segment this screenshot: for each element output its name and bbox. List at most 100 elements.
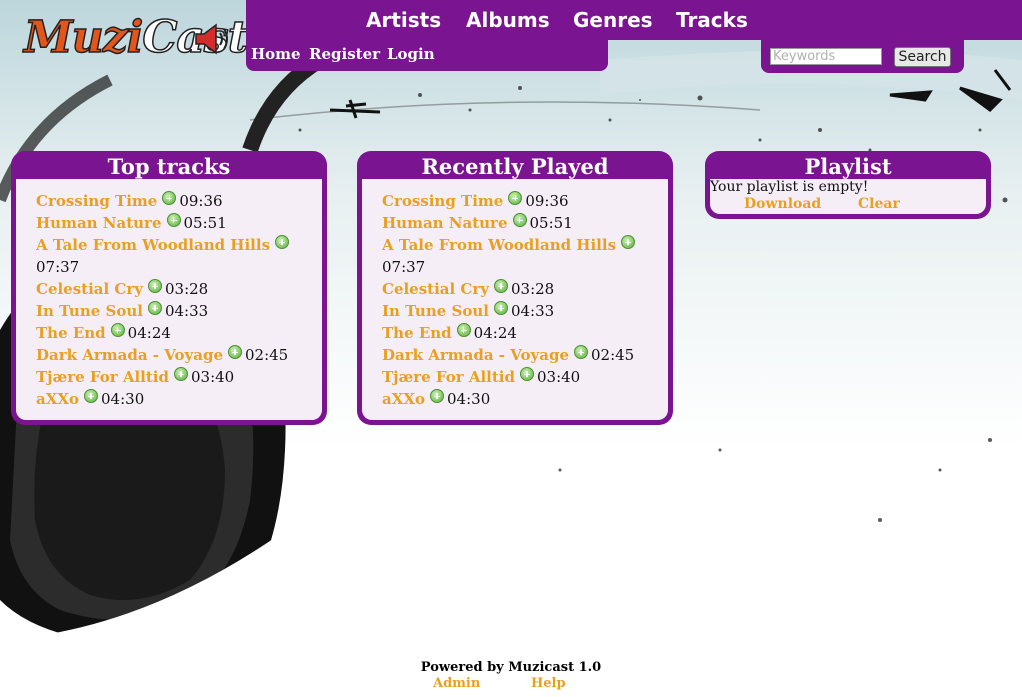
playlist-download-link[interactable]: Download	[744, 196, 821, 212]
search-input[interactable]	[770, 48, 882, 65]
track-item: A Tale From Woodland Hills 07:37	[382, 234, 662, 278]
track-duration: 02:45	[245, 346, 289, 364]
speaker-icon	[195, 23, 228, 55]
add-to-playlist-icon[interactable]	[493, 301, 508, 315]
track-name-link[interactable]: A Tale From Woodland Hills	[382, 236, 616, 254]
recently-played-list: Crossing Time 09:36 Human Nature 05:51 A Tal…	[382, 190, 662, 410]
track-name-link[interactable]: A Tale From Woodland Hills	[36, 236, 270, 254]
track-name-link[interactable]: Celestial Cry	[382, 280, 489, 298]
muzicast-logo[interactable]: MuziCast	[20, 8, 249, 70]
add-to-playlist-icon[interactable]	[574, 345, 588, 359]
track-duration: 03:28	[511, 280, 555, 298]
track-duration: 02:45	[591, 346, 635, 364]
track-item: Human Nature 05:51	[36, 212, 316, 234]
track-item: Dark Armada - Voyage 02:45	[382, 344, 662, 366]
nav-home[interactable]: Home	[251, 45, 301, 63]
add-to-playlist-icon[interactable]	[110, 323, 125, 337]
track-name-link[interactable]: Celestial Cry	[36, 280, 143, 298]
search-button[interactable]: Search	[894, 47, 951, 67]
recently-played-title: Recently Played	[421, 154, 609, 179]
top-tracks-list: Crossing Time 09:36 Human Nature 05:51 A Tal…	[36, 190, 316, 410]
track-duration: 09:36	[525, 192, 569, 210]
track-item: aXXo 04:30	[36, 388, 316, 410]
track-duration: 04:33	[164, 302, 209, 320]
track-name-link[interactable]: Crossing Time	[382, 192, 503, 210]
track-name-link[interactable]: Dark Armada - Voyage	[36, 346, 223, 364]
track-duration: 03:40	[191, 368, 235, 386]
add-to-playlist-icon[interactable]	[494, 279, 508, 293]
nav-genres[interactable]: Genres	[573, 8, 653, 32]
recently-played-panel: Recently Played Crossing Time 09:36 Human …	[357, 151, 673, 425]
footer-admin-link[interactable]: Admin	[433, 676, 480, 691]
add-to-playlist-icon[interactable]	[166, 213, 181, 227]
playlist-panel: Playlist Your playlist is empty! Downloa…	[705, 151, 991, 219]
top-tracks-panel: Top tracks Crossing Time 09:36 Human Natur…	[11, 151, 327, 425]
track-item: Human Nature 05:51	[382, 212, 662, 234]
track-name-link[interactable]: aXXo	[36, 390, 79, 408]
nav-artists[interactable]: Artists	[366, 8, 441, 32]
track-name-link[interactable]: Crossing Time	[36, 192, 157, 210]
add-to-playlist-icon[interactable]	[162, 191, 177, 205]
track-item: Tjære For Alltid 03:40	[36, 366, 316, 388]
add-to-playlist-icon[interactable]	[174, 367, 188, 381]
footer-help-link[interactable]: Help	[531, 676, 566, 691]
track-duration: 04:24	[473, 324, 517, 342]
track-item: Crossing Time 09:36	[36, 190, 316, 212]
add-to-playlist-icon[interactable]	[430, 389, 445, 403]
top-tracks-title: Top tracks	[107, 154, 231, 179]
logo-muzi: Muzi	[23, 11, 144, 64]
top-tracks-body: Crossing Time 09:36 Human Nature 05:51 A Tal…	[16, 179, 322, 420]
add-to-playlist-icon[interactable]	[147, 301, 162, 315]
track-item: The End 04:24	[382, 322, 662, 344]
nav-albums[interactable]: Albums	[466, 8, 550, 32]
track-name-link[interactable]: Human Nature	[36, 214, 162, 232]
track-item: aXXo 04:30	[382, 388, 662, 410]
nav-register[interactable]: Register	[309, 45, 380, 63]
track-item: A Tale From Woodland Hills 07:37	[36, 234, 316, 278]
add-to-playlist-icon[interactable]	[520, 367, 534, 381]
sub-nav: Home Register Login	[246, 40, 608, 71]
track-duration: 04:30	[101, 390, 145, 408]
track-duration: 05:51	[529, 214, 573, 232]
track-item: Crossing Time 09:36	[382, 190, 662, 212]
track-duration: 09:36	[179, 192, 223, 210]
add-to-playlist-icon[interactable]	[84, 389, 99, 403]
track-name-link[interactable]: In Tune Soul	[36, 302, 143, 320]
track-name-link[interactable]: Human Nature	[382, 214, 508, 232]
track-name-link[interactable]: Dark Armada - Voyage	[382, 346, 569, 364]
track-item: Tjære For Alltid 03:40	[382, 366, 662, 388]
playlist-title: Playlist	[804, 154, 892, 179]
add-to-playlist-icon[interactable]	[228, 345, 242, 359]
track-name-link[interactable]: The End	[36, 324, 106, 342]
track-name-link[interactable]: In Tune Soul	[382, 302, 489, 320]
track-duration: 04:30	[447, 390, 491, 408]
track-item: The End 04:24	[36, 322, 316, 344]
playlist-body: Your playlist is empty! Download Clear	[710, 179, 986, 214]
track-name-link[interactable]: aXXo	[382, 390, 425, 408]
add-to-playlist-icon[interactable]	[275, 235, 290, 249]
track-item: Dark Armada - Voyage 02:45	[36, 344, 316, 366]
search-box: Search	[761, 40, 964, 73]
nav-tracks[interactable]: Tracks	[676, 8, 748, 32]
add-to-playlist-icon[interactable]	[621, 235, 636, 249]
nav-login[interactable]: Login	[387, 45, 435, 63]
track-item: In Tune Soul 04:33	[36, 300, 316, 322]
track-item: Celestial Cry 03:28	[382, 278, 662, 300]
track-duration: 07:37	[36, 258, 80, 276]
track-name-link[interactable]: The End	[382, 324, 452, 342]
add-to-playlist-icon[interactable]	[148, 279, 162, 293]
add-to-playlist-icon[interactable]	[512, 213, 527, 227]
add-to-playlist-icon[interactable]	[508, 191, 523, 205]
track-item: In Tune Soul 04:33	[382, 300, 662, 322]
playlist-clear-link[interactable]: Clear	[858, 196, 900, 212]
track-name-link[interactable]: Tjære For Alltid	[382, 368, 515, 386]
add-to-playlist-icon[interactable]	[456, 323, 471, 337]
track-duration: 04:33	[510, 302, 555, 320]
footer-powered-by: Powered by Muzicast 1.0	[420, 660, 602, 675]
track-name-link[interactable]: Tjære For Alltid	[36, 368, 169, 386]
main-nav: Artists Albums Genres Tracks	[246, 0, 1022, 40]
track-duration: 03:40	[537, 368, 581, 386]
track-duration: 03:28	[165, 280, 209, 298]
playlist-empty-text: Your playlist is empty!	[710, 179, 869, 195]
track-duration: 04:24	[127, 324, 171, 342]
